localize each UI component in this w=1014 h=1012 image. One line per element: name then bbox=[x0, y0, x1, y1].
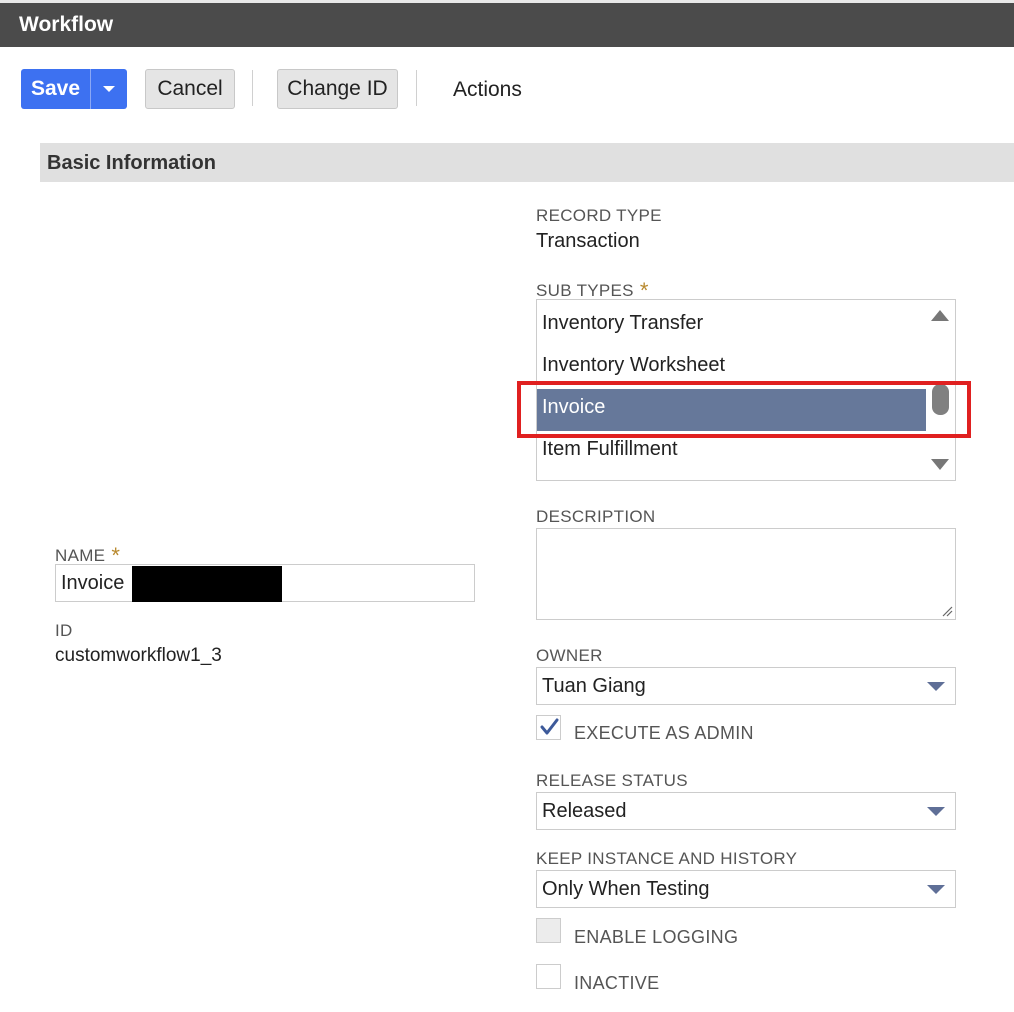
id-value: customworkflow1_3 bbox=[55, 645, 222, 666]
window-title: Workflow bbox=[19, 13, 114, 36]
chevron-down-icon bbox=[927, 807, 945, 816]
chevron-down-icon bbox=[103, 86, 115, 92]
save-button[interactable]: Save bbox=[21, 69, 90, 109]
chevron-down-icon bbox=[927, 885, 945, 894]
redacted-block bbox=[132, 566, 282, 602]
toolbar-divider bbox=[416, 70, 417, 106]
record-type-value: Transaction bbox=[536, 230, 640, 252]
chevron-down-icon bbox=[927, 682, 945, 691]
checkmark-icon bbox=[540, 718, 559, 735]
description-textarea[interactable] bbox=[536, 528, 956, 620]
inactive-label: INACTIVE bbox=[574, 973, 660, 993]
owner-value: Tuan Giang bbox=[542, 675, 646, 697]
execute-as-admin-checkbox[interactable] bbox=[536, 715, 561, 740]
owner-select[interactable]: Tuan Giang bbox=[536, 667, 956, 705]
title-bar: Workflow bbox=[0, 0, 1014, 47]
basic-information-section[interactable]: Basic Information bbox=[40, 143, 1014, 182]
release-status-label: RELEASE STATUS bbox=[536, 771, 688, 790]
execute-as-admin-label: EXECUTE AS ADMIN bbox=[574, 723, 754, 743]
release-status-value: Released bbox=[542, 800, 627, 822]
change-id-button[interactable]: Change ID bbox=[277, 69, 398, 109]
keep-instance-select[interactable]: Only When Testing bbox=[536, 870, 956, 908]
record-type-label: RECORD TYPE bbox=[536, 206, 662, 225]
scroll-down-arrow-icon[interactable] bbox=[931, 459, 949, 470]
actions-menu[interactable]: Actions bbox=[453, 78, 522, 102]
owner-label: OWNER bbox=[536, 646, 603, 665]
toolbar-divider bbox=[252, 70, 253, 106]
name-input[interactable]: Invoice bbox=[55, 564, 475, 602]
keep-instance-value: Only When Testing bbox=[542, 878, 710, 900]
enable-logging-checkbox[interactable] bbox=[536, 918, 561, 943]
cancel-button[interactable]: Cancel bbox=[145, 69, 235, 109]
resize-handle-icon[interactable] bbox=[941, 605, 953, 617]
list-item[interactable]: Inventory Transfer bbox=[537, 305, 926, 347]
enable-logging-label: ENABLE LOGGING bbox=[574, 927, 739, 947]
highlight-annotation-box bbox=[517, 381, 971, 438]
name-input-value: Invoice bbox=[61, 572, 125, 594]
description-label: DESCRIPTION bbox=[536, 507, 656, 526]
id-label: ID bbox=[55, 621, 73, 640]
scroll-up-arrow-icon[interactable] bbox=[931, 310, 949, 321]
release-status-select[interactable]: Released bbox=[536, 792, 956, 830]
inactive-checkbox[interactable] bbox=[536, 964, 561, 989]
keep-instance-label: KEEP INSTANCE AND HISTORY bbox=[536, 849, 798, 868]
save-options-dropdown-button[interactable] bbox=[90, 69, 127, 109]
section-title: Basic Information bbox=[47, 152, 216, 174]
